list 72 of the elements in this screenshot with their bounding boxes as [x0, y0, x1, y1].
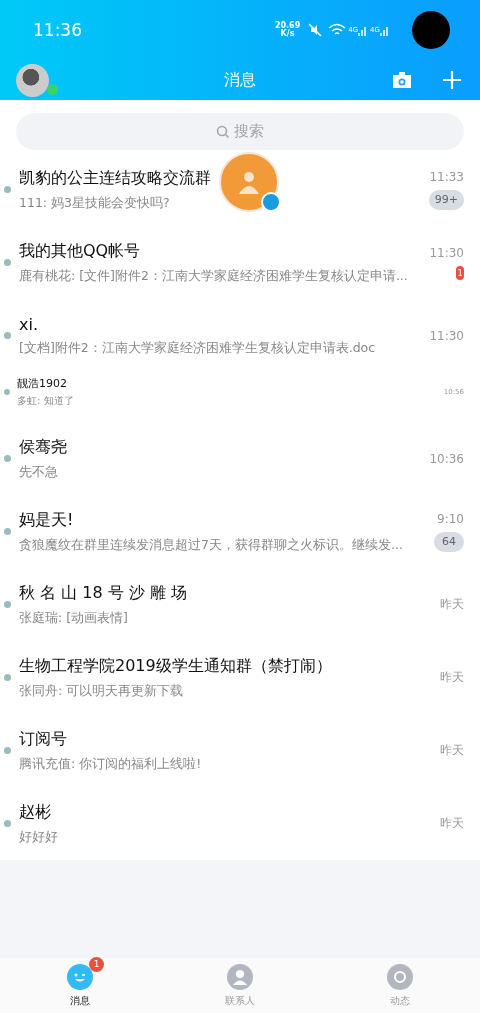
- mute-icon: [308, 23, 323, 37]
- message-preview: 先不急: [19, 463, 58, 481]
- conversation-name: 我的其他QQ帐号: [19, 240, 141, 262]
- message-preview: [文档]附件2：江南大学家庭经济困难学生复核认定申请表.doc: [19, 339, 376, 357]
- unread-count: 1: [456, 265, 464, 280]
- avatar-icon: [4, 259, 11, 266]
- message-preview: 111: 妈3星技能会变快吗?: [19, 194, 170, 212]
- avatar-icon: [4, 332, 11, 339]
- conversation-row[interactable]: 我的其他QQ帐号 鹿有桃花: [文件]附件2：江南大学家庭经济困难学生复核认定申请... 11:30 1: [0, 226, 480, 299]
- camera-icon[interactable]: [392, 71, 412, 89]
- tab-label: 动态: [390, 993, 410, 1008]
- smiley-icon: [67, 963, 93, 990]
- page-title: 消息: [224, 69, 256, 91]
- message-time: 11:30: [429, 328, 464, 343]
- conversation-name: 生物工程学院2019级学生通知群（禁打闹）: [19, 655, 332, 677]
- conversation-row[interactable]: xi. [文档]附件2：江南大学家庭经济困难学生复核认定申请表.doc 11:30: [0, 299, 480, 372]
- message-preview: 贪狼魔纹在群里连续发消息超过7天，获得群聊之火标识。继续发...: [19, 536, 403, 554]
- avatar-icon: [4, 674, 11, 681]
- conversation-row[interactable]: 秋 名 山 18 号 沙 雕 场 张庭瑞: [动画表情] 昨天: [0, 568, 480, 641]
- tab-item[interactable]: 1 消息: [0, 958, 160, 1013]
- avatar-icon: [4, 528, 11, 535]
- conversation-row[interactable]: 侯骞尧 先不急 10:36: [0, 422, 480, 495]
- message-time: 昨天: [440, 669, 464, 686]
- avatar-icon: [4, 186, 11, 193]
- conversation-name: 靓浩1902: [17, 376, 67, 391]
- message-time: 昨天: [440, 596, 464, 613]
- conversation-name: 凯豹的公主连结攻略交流群: [19, 167, 211, 189]
- message-time: 10:36: [429, 451, 464, 466]
- avatar-icon: [4, 820, 11, 827]
- wifi-icon: [328, 23, 347, 37]
- person-icon: [236, 169, 262, 195]
- ring-icon: [387, 963, 413, 990]
- tab-label: 消息: [70, 993, 90, 1008]
- conversation-name: 妈是天!: [19, 509, 74, 531]
- conversation-name: 订阅号: [19, 728, 67, 750]
- conversation-row[interactable]: 赵彬 好好好 昨天: [0, 787, 480, 860]
- search-icon: [216, 124, 230, 139]
- tab-badge: 1: [89, 956, 104, 972]
- profile-avatar[interactable]: [16, 63, 49, 97]
- signal-icon: [358, 24, 369, 36]
- avatar-icon: [4, 455, 11, 462]
- message-preview: 好好好: [19, 828, 58, 846]
- message-preview: 多虹: 知道了: [17, 394, 74, 408]
- conversation-row[interactable]: 生物工程学院2019级学生通知群（禁打闹） 张同舟: 可以明天再更新下载 昨天: [0, 641, 480, 714]
- unread-count: 64: [434, 531, 464, 552]
- conversation-row[interactable]: 订阅号 腾讯充值: 你订阅的福利上线啦! 昨天: [0, 714, 480, 787]
- conversation-name: xi.: [19, 314, 38, 334]
- message-time: 昨天: [440, 815, 464, 832]
- message-preview: 腾讯充值: 你订阅的福利上线啦!: [19, 755, 202, 773]
- tab-label: 联系人: [225, 993, 255, 1008]
- avatar-icon: [4, 601, 11, 608]
- message-time: 9:10: [437, 511, 464, 526]
- avatar-icon: [4, 747, 11, 754]
- message-time: 昨天: [440, 742, 464, 759]
- signal-icon: [380, 24, 390, 36]
- message-preview: 张同舟: 可以明天再更新下载: [19, 682, 184, 700]
- add-icon[interactable]: [442, 70, 462, 90]
- message-preview: 张庭瑞: [动画表情]: [19, 609, 128, 627]
- network-speed: 20.69 K/s: [274, 22, 301, 38]
- conversation-name: 秋 名 山 18 号 沙 雕 场: [19, 582, 187, 604]
- unread-count: 99+: [428, 189, 464, 210]
- status-time: 11:36: [33, 20, 82, 40]
- message-preview: 鹿有桃花: [文件]附件2：江南大学家庭经济困难学生复核认定申请...: [19, 267, 408, 285]
- avatar-icon: [4, 389, 10, 395]
- conversation-name: 侯骞尧: [19, 436, 67, 458]
- message-time: 11:30: [429, 245, 464, 260]
- search-placeholder: 搜索: [234, 122, 264, 141]
- message-time: 11:33: [429, 169, 464, 184]
- conversation-row[interactable]: 妈是天! 贪狼魔纹在群里连续发消息超过7天，获得群聊之火标识。继续发... 9:10 64: [0, 495, 480, 568]
- camera-cutout: [412, 11, 450, 49]
- conversation-name: 赵彬: [19, 801, 51, 823]
- contact-icon: [227, 963, 253, 990]
